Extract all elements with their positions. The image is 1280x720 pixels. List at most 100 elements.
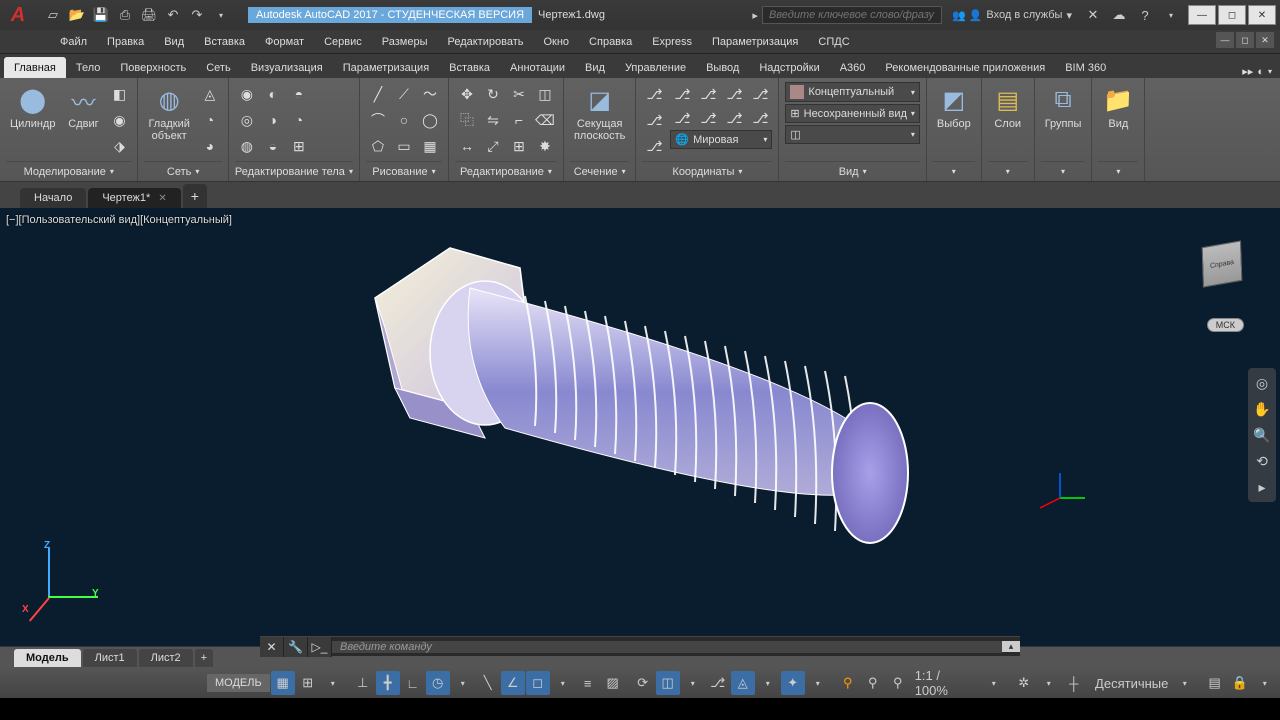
- se6-icon[interactable]: ◒: [261, 134, 285, 158]
- filter-icon[interactable]: ◬: [731, 671, 755, 695]
- se4-icon[interactable]: ◐: [261, 82, 285, 106]
- model-space-button[interactable]: МОДЕЛЬ: [207, 674, 270, 692]
- ribbon-tab-home[interactable]: Главная: [4, 57, 66, 78]
- panel-title[interactable]: Редактирование тела▾: [235, 161, 353, 181]
- view-panel-button[interactable]: 📁Вид: [1098, 82, 1138, 132]
- annoauto-icon[interactable]: ⚲: [886, 671, 910, 695]
- layout-tab-sheet1[interactable]: Лист1: [83, 649, 137, 667]
- ribbon-tab-insert[interactable]: Вставка: [439, 57, 500, 78]
- viewport[interactable]: [−][Пользовательский вид][Концептуальный…: [0, 208, 1280, 646]
- drawing-tab[interactable]: Чертеж1*✕: [88, 188, 180, 208]
- se7-icon[interactable]: ◓: [287, 82, 311, 106]
- ribbon-tab-manage[interactable]: Управление: [615, 57, 696, 78]
- ribbon-tab-output[interactable]: Вывод: [696, 57, 749, 78]
- se8-icon[interactable]: ◔: [287, 108, 311, 132]
- view-cube[interactable]: Справа: [1194, 238, 1250, 294]
- menu-edit[interactable]: Правка: [97, 33, 154, 51]
- steering-wheel-icon[interactable]: ◎: [1251, 372, 1273, 394]
- ribbon-tab-surface[interactable]: Поверхность: [110, 57, 196, 78]
- panel-title[interactable]: Рисование▾: [366, 161, 442, 181]
- help-dd-icon[interactable]: ▾: [1160, 4, 1182, 26]
- new-icon[interactable]: ▱: [42, 4, 64, 26]
- help-search-input[interactable]: [762, 6, 942, 24]
- zoom-icon[interactable]: 🔍: [1251, 424, 1273, 446]
- zoom-label[interactable]: 1:1 / 100%: [911, 671, 981, 695]
- rotate-icon[interactable]: ↻: [481, 82, 505, 106]
- close-tab-icon[interactable]: ✕: [158, 193, 166, 204]
- view-tool-dropdown[interactable]: ◫▾: [785, 125, 920, 144]
- 3d-bolt-model[interactable]: [330, 238, 930, 638]
- ucs11-icon[interactable]: ⎇: [748, 106, 772, 130]
- command-input[interactable]: Введите команду: [332, 641, 1002, 653]
- menu-spds[interactable]: СПДС: [808, 33, 859, 51]
- circle-icon[interactable]: ○: [392, 108, 416, 132]
- ucs7-icon[interactable]: ⎇: [748, 82, 772, 106]
- panel-title[interactable]: ▾: [933, 161, 975, 181]
- copy-icon[interactable]: ⿻: [455, 108, 479, 132]
- ribbon-tab-param[interactable]: Параметризация: [333, 57, 439, 78]
- ribbon-tab-solid[interactable]: Тело: [66, 57, 111, 78]
- dyn-input-icon[interactable]: ╋: [376, 671, 400, 695]
- pan-icon[interactable]: ✋: [1251, 398, 1273, 420]
- redo-icon[interactable]: ↷: [186, 4, 208, 26]
- ribbon-tab-apps[interactable]: Рекомендованные приложения: [875, 57, 1055, 78]
- scale-icon[interactable]: ⤢: [481, 134, 505, 158]
- array-icon[interactable]: ⊞: [507, 134, 531, 158]
- fillet-icon[interactable]: ⌐: [507, 108, 531, 132]
- panel-title[interactable]: Сеть▾: [144, 161, 221, 181]
- exchange-icon[interactable]: ✕: [1082, 4, 1104, 26]
- polar-icon[interactable]: ◷: [426, 671, 450, 695]
- ucs4-icon[interactable]: ⎇: [670, 82, 694, 106]
- layout-tab-model[interactable]: Модель: [14, 649, 81, 667]
- print-icon[interactable]: 🖨: [138, 4, 160, 26]
- ucs1-icon[interactable]: ⎇: [642, 82, 666, 106]
- wcs-badge[interactable]: МСК: [1207, 318, 1244, 332]
- extrude-icon[interactable]: ◧: [107, 82, 131, 106]
- ribbon-tab-visual[interactable]: Визуализация: [241, 57, 333, 78]
- ribbon-tab-a360[interactable]: A360: [830, 57, 876, 78]
- ucs9-icon[interactable]: ⎇: [696, 106, 720, 130]
- annomon-icon[interactable]: ┼: [1062, 671, 1086, 695]
- poly-icon[interactable]: ⬠: [366, 134, 390, 158]
- menu-param[interactable]: Параметризация: [702, 33, 808, 51]
- undo-icon[interactable]: ↶: [162, 4, 184, 26]
- panel-title[interactable]: Сечение▾: [570, 161, 629, 181]
- ucs3-icon[interactable]: ⎇: [642, 134, 666, 158]
- panel-title[interactable]: Координаты▾: [642, 161, 772, 181]
- units-button[interactable]: Десятичные: [1092, 671, 1172, 695]
- hatch-icon[interactable]: ▦: [418, 134, 442, 158]
- workspace-icon[interactable]: ✲: [1012, 671, 1036, 695]
- open-icon[interactable]: 📂: [66, 4, 88, 26]
- transparency-icon[interactable]: ▨: [601, 671, 625, 695]
- maximize-button[interactable]: ◻: [1218, 5, 1246, 25]
- ribbon-tab-addins[interactable]: Надстройки: [749, 57, 829, 78]
- ucs-icon[interactable]: Z Y X: [30, 546, 100, 616]
- panel-title[interactable]: Редактирование▾: [455, 161, 557, 181]
- dyn-ucs-icon[interactable]: ⎇: [706, 671, 730, 695]
- panel-title[interactable]: ▾: [1098, 161, 1138, 181]
- menu-view[interactable]: Вид: [154, 33, 194, 51]
- 3dosnap-icon[interactable]: ◫: [656, 671, 680, 695]
- showmotion-icon[interactable]: ▸: [1251, 476, 1273, 498]
- groups-button[interactable]: ⧉Группы: [1041, 82, 1086, 132]
- cloud-icon[interactable]: ☁: [1108, 4, 1130, 26]
- ribbon-collapse-icon[interactable]: ◐: [1257, 66, 1264, 78]
- cycling-icon[interactable]: ⟳: [631, 671, 655, 695]
- se5-icon[interactable]: ◑: [261, 108, 285, 132]
- grid-icon[interactable]: ▦: [271, 671, 295, 695]
- cylinder-button[interactable]: ⬤Цилиндр: [6, 82, 59, 132]
- revolve-icon[interactable]: ◉: [107, 108, 131, 132]
- mesh-tool-icon[interactable]: ◬: [198, 82, 222, 106]
- layout-tab-sheet2[interactable]: Лист2: [139, 649, 193, 667]
- menu-express[interactable]: Express: [642, 33, 702, 51]
- ribbon-pin-icon[interactable]: ▸▸: [1242, 65, 1253, 78]
- menu-help[interactable]: Справка: [579, 33, 642, 51]
- osnap-icon[interactable]: ◻: [526, 671, 550, 695]
- trim-icon[interactable]: ✂: [507, 82, 531, 106]
- menu-format[interactable]: Формат: [255, 33, 314, 51]
- layers-button[interactable]: ▤Слои: [988, 82, 1028, 132]
- menu-file[interactable]: Файл: [50, 33, 97, 51]
- annoscale-icon[interactable]: ⚲: [836, 671, 860, 695]
- doc-close-button[interactable]: ✕: [1256, 32, 1274, 48]
- new-tab-button[interactable]: +: [183, 184, 207, 208]
